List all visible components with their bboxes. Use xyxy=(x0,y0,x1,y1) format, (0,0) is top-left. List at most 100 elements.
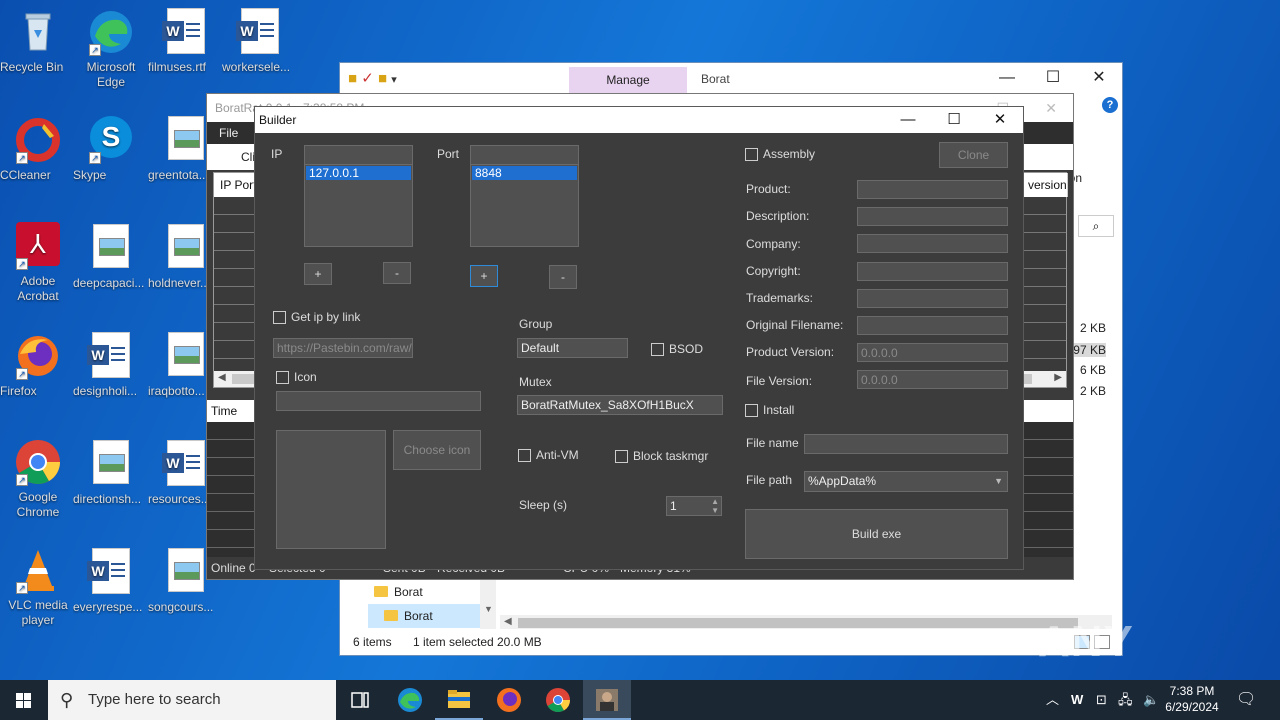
skype-shortcut[interactable]: S ↗ Skype xyxy=(73,116,149,182)
remove-ip-button[interactable]: - xyxy=(383,262,411,284)
taskbar-file-explorer[interactable] xyxy=(435,680,483,720)
description-input[interactable] xyxy=(857,207,1008,226)
original-filename-input[interactable] xyxy=(857,316,1008,335)
nav-item-borat-selected[interactable]: Borat xyxy=(368,604,490,628)
build-exe-button[interactable]: Build exe xyxy=(745,509,1008,559)
word-document-icon: W xyxy=(162,440,205,486)
get-ip-by-link-checkbox[interactable] xyxy=(273,311,286,324)
icon-path-input[interactable] xyxy=(276,391,481,411)
firefox-shortcut[interactable]: ↗ Firefox xyxy=(0,332,76,398)
ip-list-item[interactable]: 127.0.0.1 xyxy=(306,166,411,180)
desktop-icon-label: CCleaner xyxy=(0,168,51,182)
task-view-icon xyxy=(351,692,369,708)
sleep-input[interactable]: 1 ▲ ▼ xyxy=(666,496,722,516)
product-version-input[interactable]: 0.0.0.0 xyxy=(857,343,1008,362)
icon-checkbox[interactable] xyxy=(276,371,289,384)
vlc-shortcut[interactable]: ↗ VLC media player xyxy=(0,546,76,627)
close-button[interactable]: ✕ xyxy=(1045,94,1057,122)
task-view-button[interactable] xyxy=(336,680,384,720)
install-checkbox[interactable] xyxy=(745,404,758,417)
edge-icon xyxy=(398,688,422,712)
close-button[interactable]: ✕ xyxy=(977,107,1023,133)
choose-icon-button[interactable]: Choose icon xyxy=(393,430,481,470)
file-version-input[interactable]: 0.0.0.0 xyxy=(857,370,1008,389)
file-path-select[interactable]: %AppData% ▼ xyxy=(804,471,1008,492)
desktop-icon-label: directionsh... xyxy=(73,492,142,506)
menu-file[interactable]: File xyxy=(219,126,238,140)
edge-shortcut[interactable]: ↗ Microsoft Edge xyxy=(73,8,149,89)
add-ip-button[interactable]: + xyxy=(304,263,332,285)
block-taskmgr-checkbox[interactable] xyxy=(615,450,628,463)
minimize-button[interactable]: — xyxy=(885,107,931,133)
adobe-acrobat-shortcut[interactable]: ⅄ ↗ Adobe Acrobat xyxy=(0,222,76,303)
bsod-checkbox[interactable] xyxy=(651,343,664,356)
port-input[interactable] xyxy=(470,145,579,165)
pastebin-url-input[interactable]: https://Pastebin.com/raw/fe xyxy=(273,338,413,358)
company-input[interactable] xyxy=(857,234,1008,253)
add-port-button[interactable]: + xyxy=(470,265,498,287)
volume-icon[interactable]: 🔈 xyxy=(1143,680,1159,720)
desktop-file[interactable]: W workersele... xyxy=(222,8,298,74)
search-icon[interactable]: ⌕ xyxy=(1078,215,1114,237)
anti-vm-checkbox[interactable] xyxy=(518,449,531,462)
help-icon[interactable]: ? xyxy=(1102,97,1118,113)
tray-app-icon[interactable]: W xyxy=(1071,680,1083,720)
taskbar-edge[interactable] xyxy=(386,680,434,720)
bsod-label: BSOD xyxy=(669,342,704,356)
desktop-icon-label: deepcapaci... xyxy=(73,276,145,290)
quick-access-toolbar-icons[interactable]: ■ ✓ ■ ▾ xyxy=(348,69,397,87)
desktop-icon-label: Microsoft Edge xyxy=(86,60,136,89)
desktop-icon-label: Google Chrome xyxy=(16,490,60,519)
taskbar-search[interactable]: ⚲ Type here to search xyxy=(48,680,336,720)
dialog-title: Builder xyxy=(259,113,297,127)
show-hidden-icons[interactable]: ︿ xyxy=(1046,680,1059,720)
desktop-file[interactable]: directionsh... xyxy=(73,440,149,506)
taskbar-boratrat[interactable] xyxy=(583,680,631,720)
start-button[interactable] xyxy=(0,680,48,720)
desktop-file[interactable]: W everyrespe... xyxy=(73,548,149,614)
notification-icon[interactable]: 🗨 xyxy=(1236,680,1256,720)
ip-input[interactable] xyxy=(304,145,413,165)
google-chrome-shortcut[interactable]: ↗ Google Chrome xyxy=(0,438,76,519)
port-list-item[interactable]: 8848 xyxy=(472,166,577,180)
file-path-value: %AppData% xyxy=(808,474,877,488)
ip-list[interactable]: 127.0.0.1 xyxy=(304,145,413,247)
desktop-icon-label: iraqbotto... xyxy=(148,384,205,398)
nav-item-borat[interactable]: Borat xyxy=(358,580,480,604)
network-icon[interactable]: 🖧 xyxy=(1118,680,1133,720)
product-input[interactable] xyxy=(857,180,1008,199)
close-button[interactable]: ✕ xyxy=(1076,63,1122,93)
port-list[interactable]: 8848 xyxy=(470,145,579,247)
ccleaner-shortcut[interactable]: ↗ CCleaner xyxy=(0,116,76,182)
ribbon-tab-manage[interactable]: Manage xyxy=(569,67,687,93)
maximize-button[interactable]: ☐ xyxy=(931,107,977,133)
chrome-icon xyxy=(546,688,570,713)
tray-device-icon[interactable]: ⊡ xyxy=(1096,680,1107,720)
assembly-checkbox[interactable] xyxy=(745,148,758,161)
copyright-input[interactable] xyxy=(857,262,1008,281)
group-input[interactable]: Default xyxy=(517,338,628,358)
taskbar-firefox[interactable] xyxy=(485,680,533,720)
explorer-title: Borat xyxy=(701,72,730,86)
trademarks-input[interactable] xyxy=(857,289,1008,308)
remove-port-button[interactable]: - xyxy=(549,265,577,289)
taskbar-chrome[interactable] xyxy=(534,680,582,720)
clock-time: 7:38 PM xyxy=(1169,684,1215,698)
system-clock[interactable]: 7:38 PM 6/29/2024 xyxy=(1160,683,1224,715)
minimize-button[interactable]: — xyxy=(984,63,1030,93)
anyrun-watermark: ANY RUN xyxy=(1038,617,1135,680)
image-file-icon xyxy=(168,116,204,160)
spin-down-icon[interactable]: ▼ xyxy=(711,502,719,515)
clone-button[interactable]: Clone xyxy=(939,142,1008,168)
nav-scrollbar[interactable]: ▼ xyxy=(480,578,496,630)
recycle-bin-shortcut[interactable]: Recycle Bin xyxy=(0,8,76,74)
desktop-icon-label: Firefox xyxy=(0,384,37,398)
desktop-file[interactable]: deepcapaci... xyxy=(73,224,149,290)
chevron-down-icon[interactable]: ▼ xyxy=(994,472,1003,490)
desktop-file[interactable]: W designholi... xyxy=(73,332,149,398)
column-header-version[interactable]: version xyxy=(1026,173,1068,197)
maximize-button[interactable]: ☐ xyxy=(1030,63,1076,93)
mutex-input[interactable]: BoratRatMutex_Sa8XOfH1BucX xyxy=(517,395,723,415)
desktop-file[interactable]: W filmuses.rtf xyxy=(148,8,224,74)
file-name-input[interactable] xyxy=(804,434,1008,454)
